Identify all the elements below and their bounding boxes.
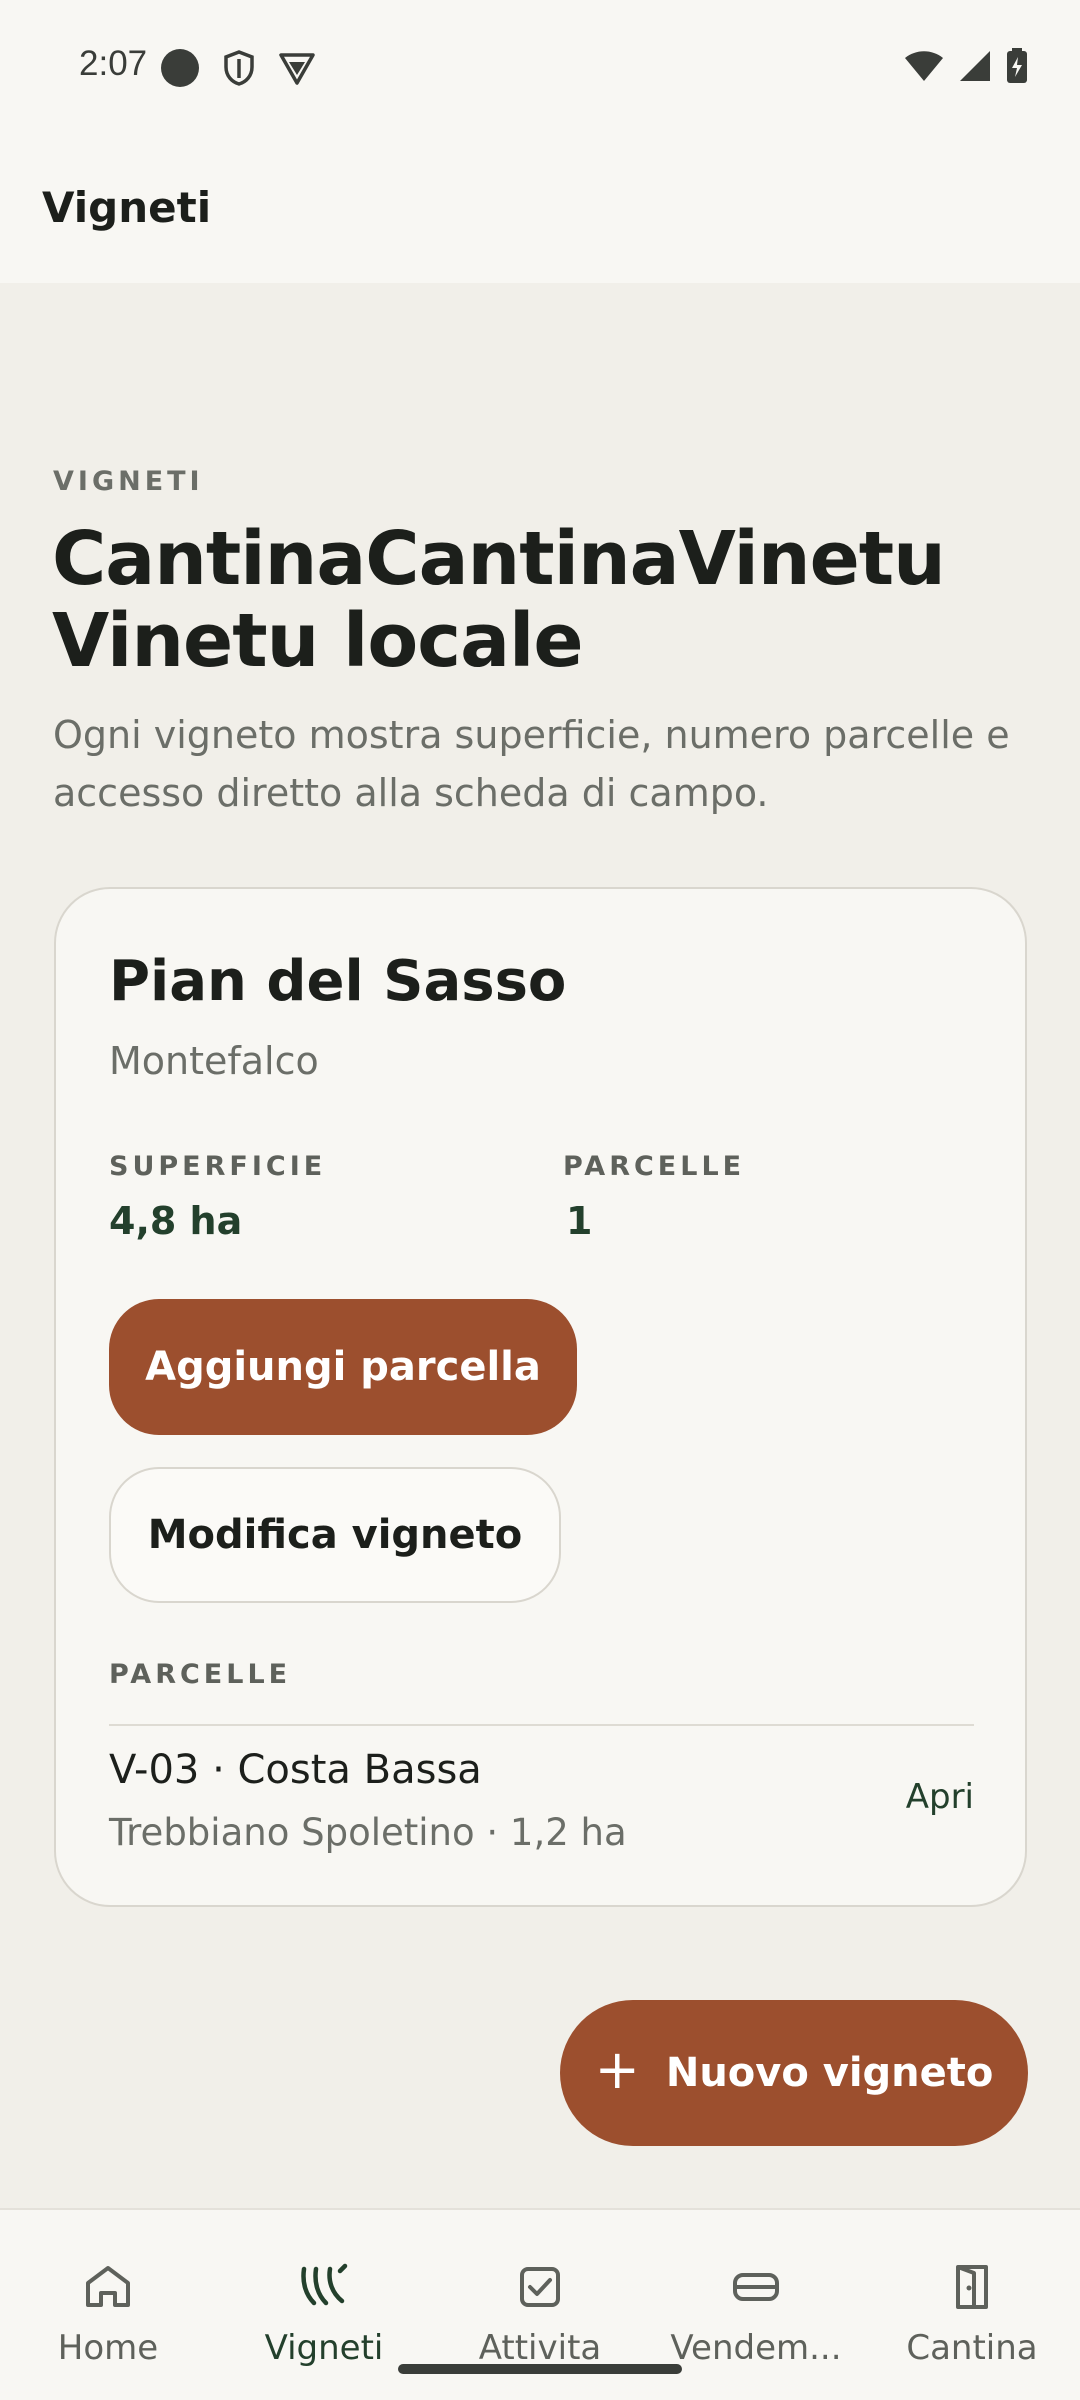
- status-time: 2:07: [79, 44, 148, 83]
- top-app-bar: Vigneti: [0, 135, 1080, 283]
- parcels-count-value: 1: [566, 1199, 593, 1243]
- vineyard-location: Montefalco: [109, 1039, 319, 1083]
- vineyard-card: Pian del Sasso Montefalco SUPERFICIE 4,8…: [54, 887, 1027, 1907]
- status-system-icons: [904, 48, 1028, 84]
- vines-icon: [297, 2260, 351, 2314]
- parcel-name: V-03 · Costa Bassa: [109, 1747, 482, 1793]
- status-notification-icons: [160, 48, 316, 88]
- section-eyebrow: VIGNETI: [53, 466, 204, 497]
- gesture-home-indicator[interactable]: [398, 2364, 682, 2374]
- parcel-list-item[interactable]: V-03 · Costa Bassa Trebbiano Spoletino ·…: [109, 1727, 974, 1867]
- vineyard-name: Pian del Sasso: [109, 949, 567, 1014]
- nav-label-vendemmia: Vendem...: [670, 2328, 842, 2368]
- nav-label-cantina: Cantina: [906, 2328, 1038, 2368]
- area-value: 4,8 ha: [109, 1199, 243, 1243]
- vpn-shield-icon: [279, 53, 315, 85]
- page-title: CantinaCantinaVinetu Vinetu locale: [52, 516, 946, 684]
- open-parcel-link[interactable]: Apri: [906, 1777, 974, 1817]
- nav-item-cantina[interactable]: Cantina: [864, 2210, 1080, 2400]
- parcel-meta: Trebbiano Spoletino · 1,2 ha: [109, 1811, 627, 1854]
- door-icon: [945, 2260, 999, 2314]
- parcels-section-label: PARCELLE: [109, 1659, 292, 1690]
- area-label: SUPERFICIE: [109, 1151, 327, 1182]
- add-parcel-button[interactable]: Aggiungi parcella: [109, 1299, 577, 1435]
- parcels-count-label: PARCELLE: [563, 1151, 746, 1182]
- app-bar-title: Vigneti: [42, 183, 212, 232]
- checkbox-icon: [513, 2260, 567, 2314]
- page-description: Ogni vigneto mostra superficie, numero p…: [53, 713, 1010, 815]
- status-bar: 2:07: [0, 0, 1080, 135]
- plus-icon: +: [594, 2038, 640, 2101]
- nav-item-home[interactable]: Home: [0, 2210, 216, 2400]
- notification-dot-icon: [161, 49, 199, 87]
- edit-vineyard-button[interactable]: Modifica vigneto: [109, 1467, 561, 1603]
- nav-label-attivita: Attivita: [478, 2328, 602, 2368]
- battery-icon: [1007, 48, 1027, 83]
- cellular-signal-icon: [960, 51, 990, 81]
- harvest-crate-icon: [729, 2260, 783, 2314]
- divider: [109, 1724, 974, 1726]
- shield-icon: [224, 50, 254, 86]
- wifi-icon: [905, 51, 943, 81]
- home-icon: [81, 2260, 135, 2314]
- nav-label-home: Home: [57, 2328, 159, 2368]
- new-vineyard-label: Nuovo vigneto: [665, 2050, 994, 2096]
- nav-label-vigneti: Vigneti: [264, 2328, 384, 2368]
- new-vineyard-fab[interactable]: + Nuovo vigneto: [560, 2000, 1028, 2146]
